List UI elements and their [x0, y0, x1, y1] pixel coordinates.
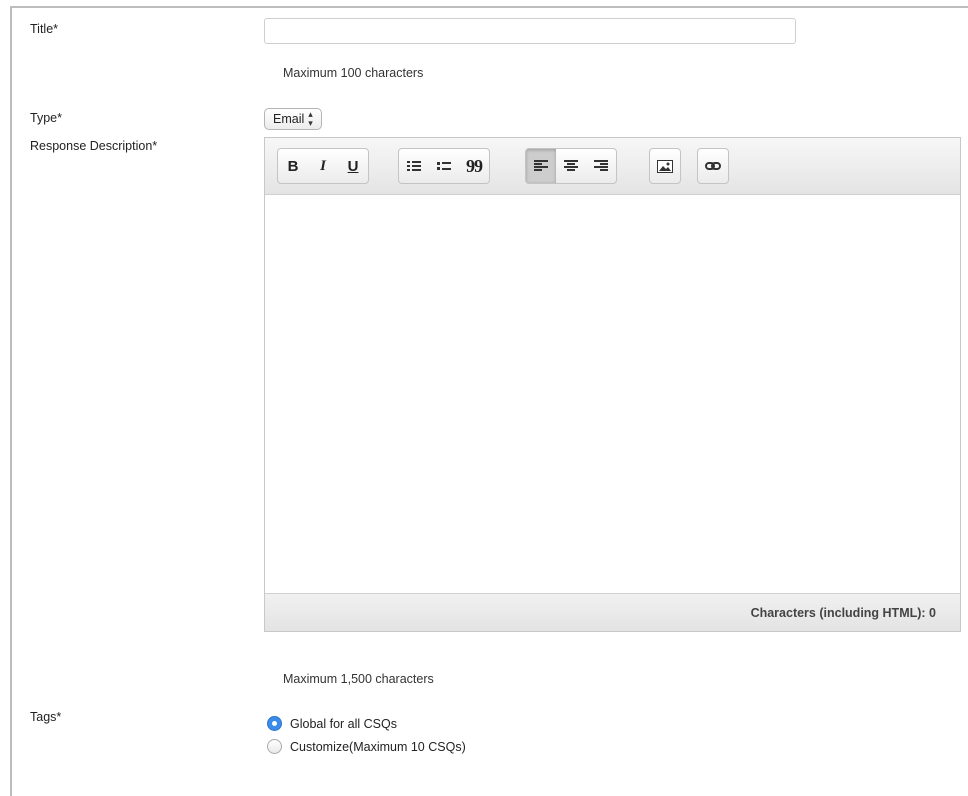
rich-text-editor: B I U 99 Characters (including HTML): 0	[264, 137, 961, 632]
align-center-icon	[564, 160, 578, 171]
tag-option-label: Global for all CSQs	[290, 716, 397, 731]
insert-link-button[interactable]	[698, 149, 728, 183]
bold-button[interactable]: B	[278, 149, 308, 183]
align-left-icon	[534, 160, 548, 171]
editor-content-area[interactable]	[265, 195, 960, 593]
tags-label: Tags*	[30, 710, 62, 724]
character-count: Characters (including HTML): 0	[750, 605, 936, 620]
select-arrows-icon: ▴ ▾	[308, 109, 313, 128]
insert-image-button[interactable]	[650, 149, 680, 183]
ordered-list-button[interactable]	[399, 149, 429, 183]
bullet-list-icon	[437, 162, 451, 170]
response-description-label: Response Description*	[30, 139, 158, 153]
radio-checked-icon[interactable]	[267, 716, 282, 731]
type-selected-value: Email	[273, 112, 305, 126]
align-center-button[interactable]	[556, 149, 586, 183]
blockquote-button[interactable]: 99	[459, 149, 489, 183]
align-right-button[interactable]	[586, 149, 616, 183]
blockquote-icon: 99	[466, 155, 483, 176]
italic-icon: I	[320, 157, 326, 174]
title-input[interactable]	[264, 18, 796, 44]
italic-button[interactable]: I	[308, 149, 338, 183]
underline-button[interactable]: U	[338, 149, 368, 183]
image-icon	[657, 159, 673, 173]
list-group: 99	[398, 148, 490, 184]
link-group	[697, 148, 729, 184]
link-icon	[705, 162, 721, 170]
type-select[interactable]: Email ▴ ▾	[264, 108, 322, 130]
editor-toolbar: B I U 99	[265, 138, 960, 195]
editor-status-bar: Characters (including HTML): 0	[265, 593, 960, 631]
align-right-icon	[594, 160, 608, 171]
text-style-group: B I U	[277, 148, 369, 184]
title-hint: Maximum 100 characters	[283, 66, 424, 80]
alignment-group	[525, 148, 617, 184]
tag-option-customize[interactable]: Customize(Maximum 10 CSQs)	[267, 739, 466, 754]
tag-option-label: Customize(Maximum 10 CSQs)	[290, 739, 466, 754]
image-group	[649, 148, 681, 184]
bold-icon: B	[287, 157, 299, 175]
ordered-list-icon	[407, 161, 421, 171]
align-left-button[interactable]	[526, 149, 556, 183]
title-label: Title*	[30, 22, 59, 36]
response-hint: Maximum 1,500 characters	[283, 672, 434, 686]
radio-unchecked-icon[interactable]	[267, 739, 282, 754]
type-label: Type*	[30, 111, 62, 125]
tag-option-global[interactable]: Global for all CSQs	[267, 716, 397, 731]
underline-icon: U	[347, 157, 359, 175]
bullet-list-button[interactable]	[429, 149, 459, 183]
